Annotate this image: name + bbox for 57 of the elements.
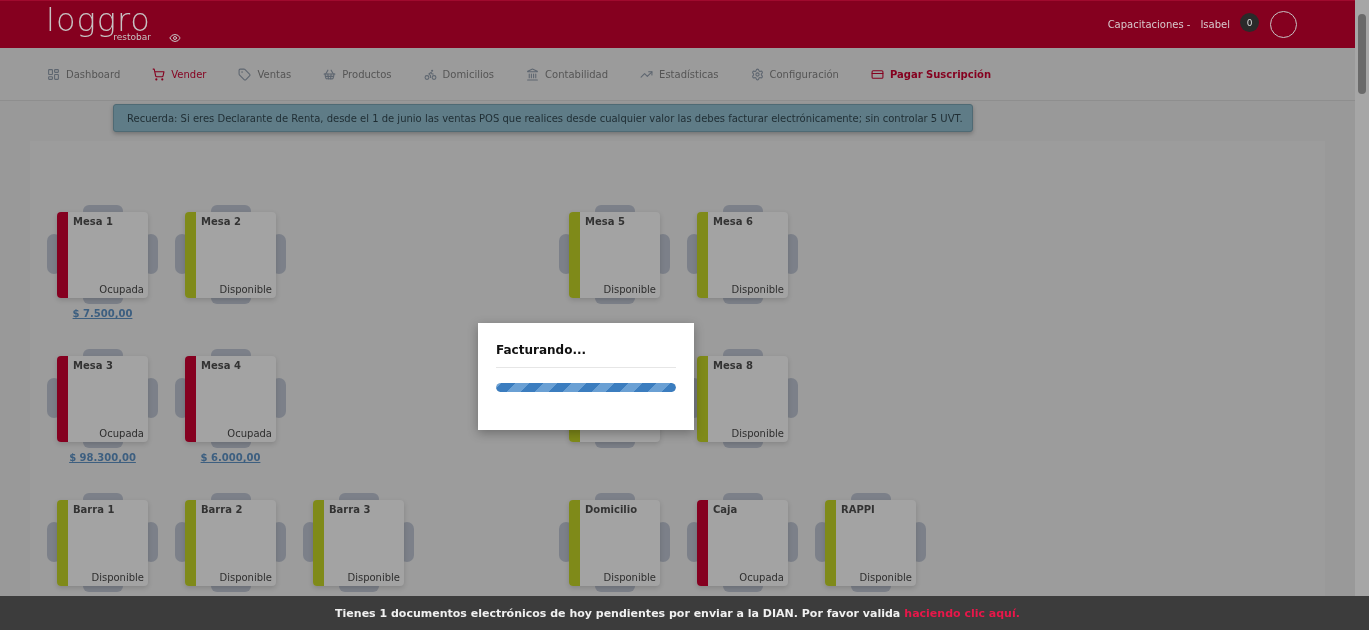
tag-icon xyxy=(238,67,252,81)
table-name: Mesa 2 xyxy=(201,216,242,227)
table-name: Domicilio xyxy=(585,504,639,515)
credit-card-icon xyxy=(870,67,884,81)
table-status: Disponible xyxy=(219,284,272,295)
subscription-link[interactable]: Pagar Suscripción xyxy=(870,67,992,81)
table-name: Mesa 3 xyxy=(73,360,114,371)
table-name: RAPPI xyxy=(841,504,876,515)
table-card[interactable]: Caja Ocupada xyxy=(697,500,788,586)
table-name: Barra 1 xyxy=(73,504,116,515)
table-name: Mesa 1 xyxy=(73,216,114,227)
table-name: Mesa 4 xyxy=(201,360,242,371)
table-status: Disponible xyxy=(859,572,912,583)
table-status: Ocupada xyxy=(99,428,144,439)
table-name: Mesa 5 xyxy=(585,216,626,227)
cart-icon xyxy=(152,67,166,81)
table-status: Disponible xyxy=(731,428,784,439)
table-card[interactable]: Mesa 8 Disponible xyxy=(697,356,788,442)
table-status: Disponible xyxy=(91,572,144,583)
table-card[interactable]: Mesa 5 Disponible xyxy=(569,212,660,298)
table-status: Disponible xyxy=(219,572,272,583)
table-card[interactable]: Barra 1 Disponible xyxy=(57,500,148,586)
company-name: Capacitaciones - xyxy=(1107,19,1191,30)
table-name: Caja xyxy=(713,504,739,515)
table-status: Disponible xyxy=(603,284,656,295)
table-card[interactable]: Mesa 6 Disponible xyxy=(697,212,788,298)
user-name[interactable]: Isabel xyxy=(1200,19,1230,30)
table-card[interactable]: Mesa 1 Ocupada xyxy=(57,212,148,298)
notification-badge[interactable]: 0 xyxy=(1240,13,1259,32)
table-name: Barra 2 xyxy=(201,504,244,515)
bank-icon xyxy=(526,67,540,81)
table-card[interactable]: Barra 2 Disponible xyxy=(185,500,276,586)
table-name: Mesa 6 xyxy=(713,216,754,227)
scrollbar[interactable] xyxy=(1355,0,1369,596)
bicycle-icon xyxy=(423,67,437,81)
table-card[interactable]: Barra 3 Disponible xyxy=(313,500,404,586)
table-card[interactable]: Mesa 4 Ocupada xyxy=(185,356,276,442)
alert-text: Recuerda: Si eres Declarante de Renta, desde el 1 de junio las ventas POS que realices desde cualquier valor las debes facturar electrónicamente; sin controlar 5 UVT. xyxy=(127,112,963,124)
nav-item[interactable]: Vender xyxy=(152,67,207,81)
notice-text: Tienes 1 documentos electrónicos de hoy pendientes por enviar a la DIAN. Por favor valida xyxy=(335,606,901,620)
table-card[interactable]: Domicilio Disponible xyxy=(569,500,660,586)
table-name: Barra 3 xyxy=(329,504,372,515)
table-card[interactable]: Mesa 2 Disponible xyxy=(185,212,276,298)
table-status: Ocupada xyxy=(227,428,272,439)
dialog-title: Facturando... xyxy=(496,343,676,368)
dashboard-icon xyxy=(47,67,60,81)
eye-icon[interactable] xyxy=(168,31,181,44)
table-status: Disponible xyxy=(731,284,784,295)
table-status: Ocupada xyxy=(739,572,784,583)
table-status: Disponible xyxy=(347,572,400,583)
table-status: Ocupada xyxy=(99,284,144,295)
table-card[interactable]: Mesa 3 Ocupada xyxy=(57,356,148,442)
table-card[interactable]: RAPPI Disponible xyxy=(825,500,916,586)
table-name: Mesa 8 xyxy=(713,360,754,371)
settings-icon xyxy=(750,67,764,81)
table-status: Disponible xyxy=(603,572,656,583)
basket-icon xyxy=(323,67,337,81)
